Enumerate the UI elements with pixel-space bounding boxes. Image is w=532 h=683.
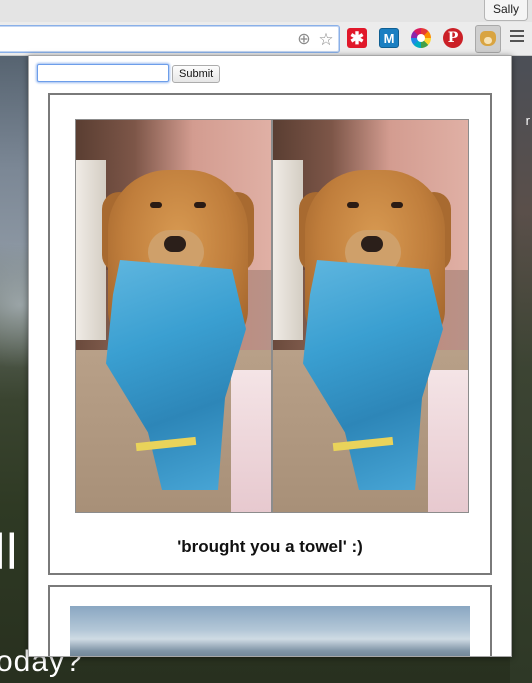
address-bar[interactable]: ⊕ ☆ (0, 25, 340, 53)
post-image[interactable] (70, 606, 470, 656)
post-card: 'brought you a towel' :) (48, 93, 492, 575)
profile-button[interactable]: Sally (483, 0, 528, 21)
dog-photo-right (273, 120, 468, 512)
m-extension-icon[interactable]: M (379, 28, 399, 48)
dog-photo-left (76, 120, 271, 512)
search-input[interactable] (37, 64, 169, 82)
pinterest-extension-icon[interactable]: P (443, 28, 463, 48)
asterisk-extension-icon[interactable]: ✱ (347, 28, 367, 48)
background-title-text: lll (0, 524, 19, 580)
star-icon[interactable]: ☆ (317, 31, 335, 49)
post-caption: 'brought you a towel' :) (177, 537, 363, 556)
profile-bar: Sally (0, 0, 532, 23)
target-icon[interactable]: ⊕ (295, 31, 313, 49)
post-image[interactable] (75, 119, 469, 513)
post-card (48, 585, 492, 656)
doge-extension-icon[interactable] (475, 25, 501, 53)
menu-icon[interactable] (510, 30, 524, 44)
submit-button[interactable]: Submit (172, 65, 221, 83)
extension-popup: Submit 'brought you a towel' :) (28, 55, 512, 657)
doge-face-icon (480, 31, 496, 46)
color-wheel-extension-icon[interactable] (411, 28, 431, 48)
background-right-text: r (525, 113, 530, 128)
browser-toolbar: ⊕ ☆ ✱ M P (0, 22, 532, 56)
background-right-strip: r (510, 55, 532, 683)
